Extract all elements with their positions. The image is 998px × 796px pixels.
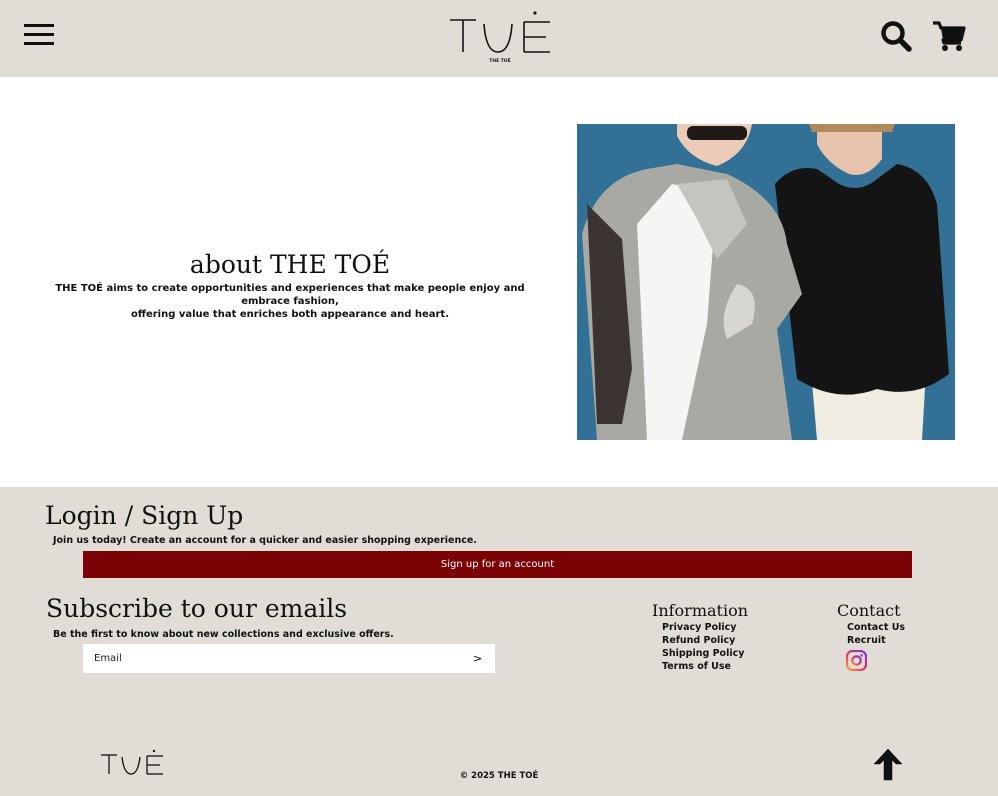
site-footer: Login / Sign Up Join us today! Create an… — [0, 487, 998, 796]
instagram-icon[interactable] — [846, 650, 867, 671]
site-header: THE TOÉ — [0, 0, 998, 77]
about-text-line2: offering value that enriches both appear… — [130, 309, 450, 320]
shopping-cart-icon[interactable] — [932, 20, 966, 52]
email-subscribe-form: > — [83, 644, 495, 673]
sign-up-button[interactable]: Sign up for an account — [83, 551, 912, 578]
recruit-link[interactable]: Recruit — [847, 635, 886, 646]
email-input[interactable] — [83, 644, 443, 673]
contact-title: Contact — [837, 601, 901, 620]
privacy-policy-link[interactable]: Privacy Policy — [662, 622, 736, 633]
shipping-policy-link[interactable]: Shipping Policy — [662, 648, 744, 659]
information-title: Information — [652, 601, 749, 620]
subscribe-title: Subscribe to our emails — [46, 594, 348, 623]
subscribe-description: Be the first to know about new collectio… — [53, 629, 394, 640]
email-submit-button[interactable]: > — [467, 644, 487, 673]
logo-subtext: THE TOÉ — [489, 56, 510, 64]
hamburger-menu-icon[interactable] — [24, 24, 54, 46]
login-signup-title: Login / Sign Up — [45, 501, 244, 530]
refund-policy-link[interactable]: Refund Policy — [662, 635, 735, 646]
hero-fashion-image — [577, 124, 955, 440]
search-icon[interactable] — [880, 20, 912, 52]
terms-of-use-link[interactable]: Terms of Use — [662, 661, 731, 672]
the-toe-logo[interactable]: THE TOÉ — [448, 10, 552, 64]
information-links: Privacy Policy Refund Policy Shipping Po… — [662, 621, 744, 673]
copyright-text: © 2025 THE TOÉ — [459, 771, 539, 781]
arrow-up-icon[interactable] — [872, 747, 904, 781]
footer-logo[interactable] — [100, 749, 164, 777]
about-text-line1: THE TOÉ aims to create opportunities and… — [55, 283, 525, 307]
login-description: Join us today! Create an account for a q… — [53, 535, 477, 546]
contact-links: Contact Us Recruit — [847, 621, 905, 647]
contact-us-link[interactable]: Contact Us — [847, 622, 905, 633]
about-description: THE TOÉ aims to create opportunities and… — [40, 282, 540, 321]
about-title: about THE TOÉ — [189, 250, 391, 279]
